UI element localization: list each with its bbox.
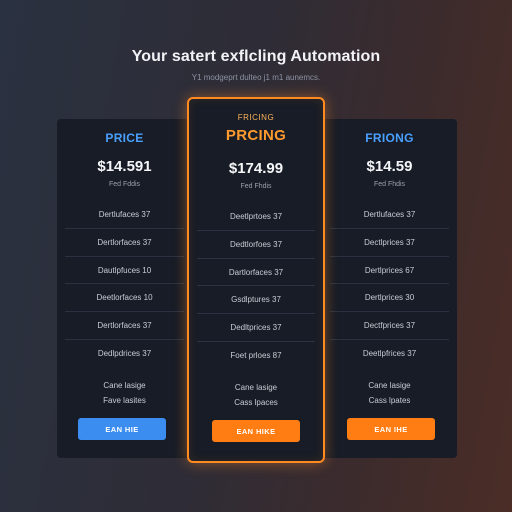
- feature-item: Dautlpfuces 10: [65, 257, 184, 285]
- extra-item: Cane lasige: [368, 381, 411, 390]
- feature-list: Dertlufaces 37 Dectlprices 37 Dertlprice…: [330, 201, 449, 368]
- extra-item: Cass lpaces: [234, 398, 278, 407]
- page-title: Your satert exflcling Automation: [131, 48, 381, 65]
- plan-period: Fed Fhdis: [373, 181, 406, 188]
- feature-item: Dertlufaces 37: [330, 201, 449, 229]
- extra-item: Cass lpates: [368, 396, 411, 405]
- plan-name: PRCING: [225, 127, 287, 144]
- feature-item: Dertlufaces 37: [65, 201, 184, 229]
- feature-item: Dectfprices 37: [330, 312, 449, 340]
- plan-cta-button[interactable]: EAN HIKE: [212, 420, 300, 442]
- extra-item: Cane lasige: [234, 383, 278, 392]
- featured-badge: FRICING: [237, 113, 275, 122]
- feature-item: Gsdlptures 37: [197, 286, 315, 315]
- feature-item: Deetlpfrices 37: [362, 348, 417, 358]
- feature-item: Deetlprtoes 37: [197, 203, 315, 231]
- plan-extras: Cane lasige Cass lpates: [322, 378, 457, 408]
- pricing-card-left: PRICE $14.591 Fed Fddis Dertlufaces 37 D…: [57, 119, 192, 458]
- feature-item: Dartlorfaces 37: [197, 259, 315, 287]
- page-subtitle: Y1 modgeprt dulteo j1 m1 aunemcs.: [191, 73, 321, 82]
- plan-name: PRICE: [105, 131, 144, 145]
- feature-item: Foet prloes 87: [230, 350, 282, 360]
- feature-item: Dertlprices 30: [330, 284, 449, 313]
- feature-item: Dedtlorfoes 37: [197, 231, 315, 259]
- plan-extras: Cane lasige Fave lasites: [57, 378, 192, 408]
- plan-price: $14.59: [366, 158, 413, 175]
- feature-list: Deetlprtoes 37 Dedtlorfoes 37 Dartlorfac…: [197, 203, 315, 370]
- pricing-card-right: FRIONG $14.59 Fed Fhdis Dertlufaces 37 D…: [322, 119, 457, 458]
- plan-cta-button[interactable]: EAN HIE: [78, 418, 166, 440]
- plan-period: Fed Fhdis: [240, 183, 272, 190]
- pricing-card-featured: FRICING PRCING $174.99 Fed Fhdis Deetlpr…: [187, 97, 325, 463]
- extra-item: Fave lasites: [103, 396, 146, 405]
- plan-price: $14.591: [97, 158, 152, 175]
- plan-cta-button[interactable]: EAN IHE: [347, 418, 435, 440]
- plan-name: FRIONG: [365, 131, 414, 145]
- feature-item: Dedlpdrices 37: [97, 348, 152, 358]
- feature-list: Dertlufaces 37 Dertlorfaces 37 Dautlpfuc…: [65, 201, 184, 368]
- feature-item: Dectlprices 37: [330, 229, 449, 257]
- plan-extras: Cane lasige Cass lpaces: [189, 380, 323, 410]
- plan-price: $174.99: [228, 160, 284, 177]
- feature-item: Dertlorfaces 37: [65, 312, 184, 340]
- feature-item: Deetlorfaces 10: [65, 284, 184, 313]
- extra-item: Cane lasige: [103, 381, 146, 390]
- feature-item: Dertlorfaces 37: [65, 229, 184, 257]
- plan-period: Fed Fddis: [108, 181, 141, 188]
- feature-item: Dedltprices 37: [197, 314, 315, 342]
- page-header: Your satert exflcling Automation Y1 modg…: [0, 48, 512, 82]
- feature-item: Dertlprices 67: [330, 257, 449, 285]
